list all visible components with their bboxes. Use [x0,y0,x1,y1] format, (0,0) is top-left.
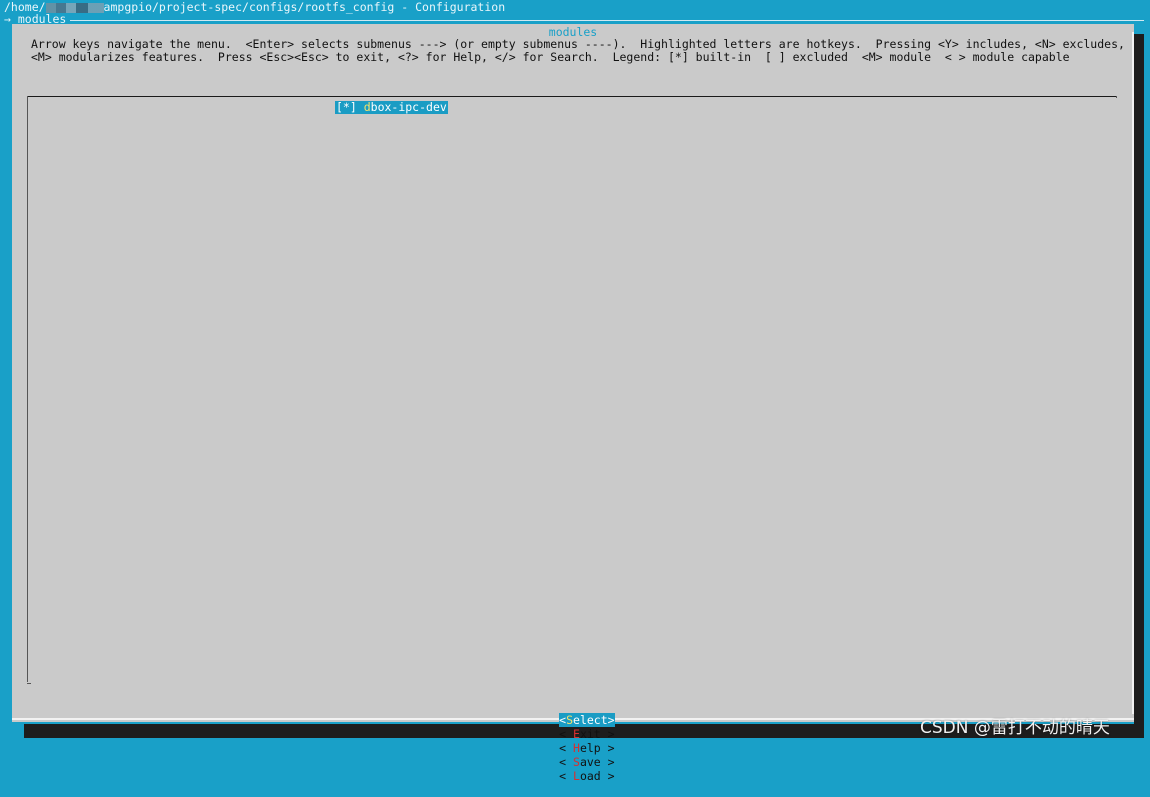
window-title: /home/ampgpio/project-spec/configs/rootf… [4,0,505,14]
menu-item-label: box-ipc-dev [370,100,447,114]
button-hotkey: S [573,755,580,769]
button-bracket: < [559,741,573,755]
menu-item-hotkey: d [363,100,371,114]
redacted-path-segment [45,2,104,13]
button-bar: <Select> < Exit > < Help > < Save > < Lo… [12,699,1134,797]
config-dialog: modules Arrow keys navigate the menu. <E… [12,24,1134,783]
button-hotkey: H [573,741,580,755]
button-label: elect> [573,713,615,727]
button-label: ave > [579,755,615,769]
csdn-watermark: CSDN @雷打不动的晴天 [920,718,1110,738]
help-line: <M> modularizes features. Press <Esc><Es… [31,50,1070,64]
exit-button[interactable]: < Exit > [559,727,614,741]
menu-border-top [27,96,1117,97]
help-button[interactable]: < Help > [559,741,614,755]
button-label: xit > [579,727,615,741]
button-bracket: < [559,727,573,741]
breadcrumb-divider [70,20,1144,21]
button-bracket: < [559,755,573,769]
dialog-shadow-right [1134,34,1144,734]
help-text: Arrow keys navigate the menu. <Enter> se… [31,38,1125,64]
menu-item-dbox-ipc-dev[interactable]: [*] dbox-ipc-dev [335,101,448,114]
menu-item-checkbox[interactable]: [*] [336,100,364,114]
load-button[interactable]: < Load > [559,769,614,783]
menu-border-right [1116,96,1117,98]
menu-list: [*] dbox-ipc-dev [27,96,1117,684]
save-button[interactable]: < Save > [559,755,614,769]
menu-scroll-marker [27,683,31,684]
button-hotkey: S [566,713,574,727]
dialog-border-right [1132,32,1134,714]
select-button[interactable]: <Select> [559,713,615,727]
path-suffix: ampgpio/project-spec/configs/rootfs_conf… [103,0,506,14]
button-hotkey: E [573,727,580,741]
button-hotkey: L [573,769,580,783]
button-label: oad > [579,769,615,783]
button-bracket: < [559,769,573,783]
button-label: elp > [579,741,615,755]
menu-border-left [27,96,28,682]
